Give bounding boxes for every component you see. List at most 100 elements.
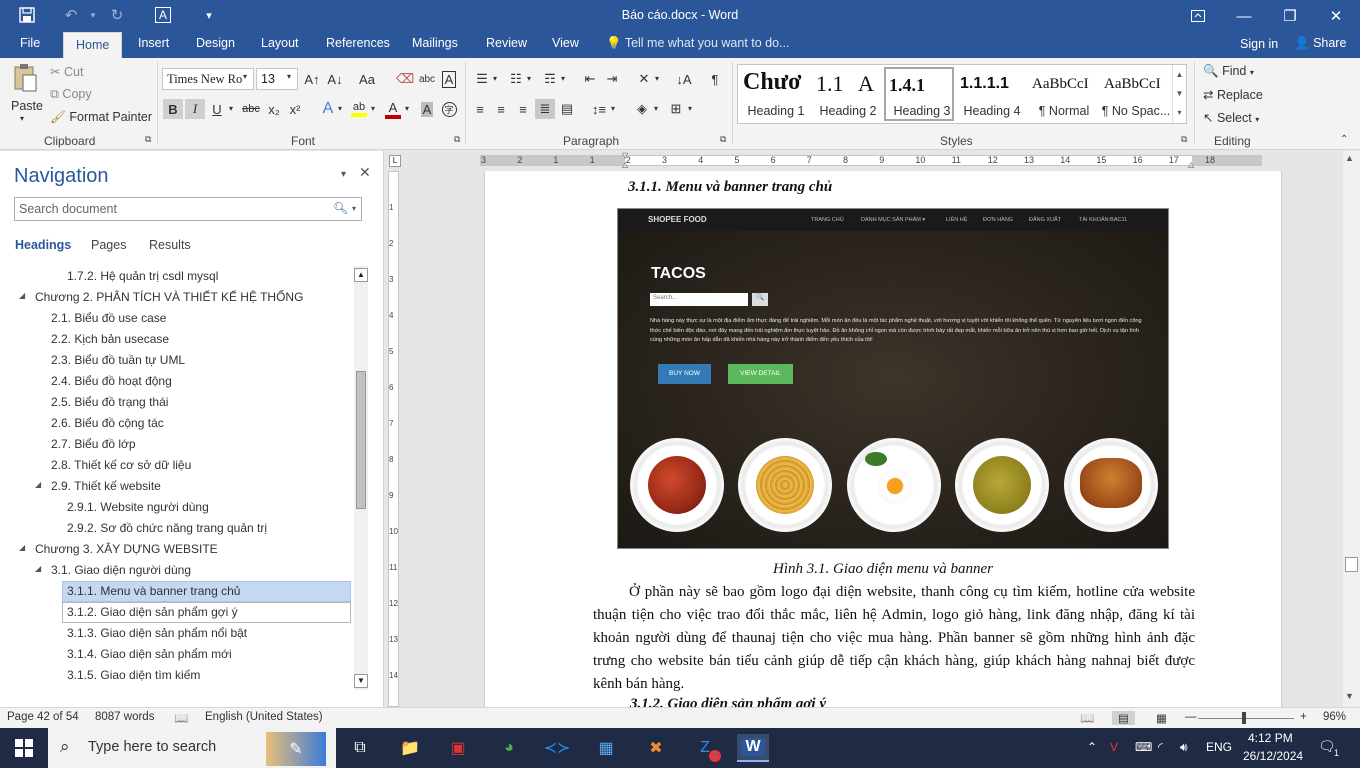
font-launcher-icon[interactable]: ⧉ (454, 134, 460, 145)
nav-tab-results[interactable]: Results (149, 238, 191, 252)
volume-icon[interactable]: 🔊︎ (1180, 740, 1188, 755)
tab-references[interactable]: References (326, 36, 390, 50)
tray-app-icon[interactable]: V (1110, 740, 1118, 754)
font-size-dropdown-icon[interactable]: ▾ (287, 72, 291, 81)
nav-heading-item[interactable]: ◢ Chương 2. PHÂN TÍCH VÀ THIẾT KẾ HỆ THỐN… (0, 287, 352, 308)
clock-time[interactable]: 4:12 PM (1248, 731, 1293, 745)
scroll-up-icon[interactable]: ▲ (1345, 153, 1354, 163)
tab-mailings[interactable]: Mailings (412, 36, 458, 50)
word-count[interactable]: 8087 words (95, 711, 154, 723)
font-size-combo[interactable]: 13 (256, 68, 298, 90)
align-right-icon[interactable]: ≡ (513, 99, 533, 119)
nav-heading-item[interactable]: ◢ Chương 3. XÂY DỰNG WEBSITE (0, 539, 352, 560)
format-painter-button[interactable]: 🖌 Format Painter (50, 110, 152, 125)
distributed-icon[interactable]: ▤ (557, 99, 577, 119)
font-name-combo[interactable]: Times New Ro (162, 68, 254, 90)
nav-heading-item[interactable]: ◢ 3.1. Giao diện người dùng (0, 560, 352, 581)
style-no-spacing[interactable]: AaBbCcI ¶ No Spac... (1100, 67, 1171, 121)
paste-icon[interactable] (10, 62, 40, 94)
collapse-triangle-icon[interactable]: ◢ (35, 480, 41, 489)
underline-dropdown-icon[interactable]: ▾ (229, 104, 233, 113)
nav-heading-item[interactable]: 2.1. Biểu đồ use case (0, 308, 352, 329)
grow-font-icon[interactable]: A↑ (302, 69, 322, 89)
nav-heading-item[interactable]: 2.2. Kịch bản usecase (0, 329, 352, 350)
nav-options-icon[interactable]: ▾ (341, 169, 346, 180)
vscode-icon[interactable]: ≺≻ (541, 734, 573, 762)
ribbon-display-icon[interactable] (1175, 0, 1221, 32)
text-effects-icon[interactable]: A (318, 99, 338, 119)
increase-indent-icon[interactable]: ⇥ (602, 69, 622, 89)
underline-button[interactable]: U (207, 99, 227, 119)
zoom-in-icon[interactable]: + (1300, 711, 1307, 723)
collapse-ribbon-icon[interactable]: ⌃ (1340, 134, 1348, 145)
numbering-dropdown-icon[interactable]: ▾ (527, 74, 531, 83)
styles-gallery[interactable]: Chươ Heading 1 1.1 A Heading 2 1.4.1 Heading… (737, 64, 1187, 124)
style-heading-1[interactable]: Chươ Heading 1 (740, 67, 810, 121)
nav-heading-item[interactable]: 2.9.2. Sơ đồ chức năng trang quản trị (0, 518, 352, 539)
show-hidden-icons[interactable]: ⌃ (1087, 740, 1097, 754)
minimize-icon[interactable]: — (1221, 0, 1267, 32)
task-view-icon[interactable]: ⧉ (344, 734, 376, 762)
scroll-down-icon[interactable]: ▼ (1345, 691, 1354, 701)
character-border-icon[interactable]: A (440, 69, 458, 89)
font-color-dropdown-icon[interactable]: ▾ (405, 104, 409, 113)
print-layout-icon[interactable]: ▤ (1112, 711, 1135, 725)
text-effects-dropdown-icon[interactable]: ▾ (338, 104, 342, 113)
clear-formatting-icon[interactable]: ⌫ (396, 69, 414, 89)
collapse-triangle-icon[interactable]: ◢ (19, 543, 25, 552)
proofing-icon[interactable]: 📖 (174, 711, 188, 725)
tab-home[interactable]: Home (63, 32, 123, 58)
store-icon[interactable]: ▦ (590, 734, 622, 762)
search-highlight-icon[interactable]: ✎ (266, 732, 326, 766)
word-taskbar-icon[interactable]: W (737, 734, 769, 762)
tab-view[interactable]: View (552, 36, 579, 50)
tab-review[interactable]: Review (486, 36, 527, 50)
hanging-indent-marker[interactable]: △ (622, 160, 628, 169)
subscript-button[interactable]: x₂ (264, 99, 284, 119)
tell-me-box[interactable]: 💡 Tell me what you want to do... (606, 36, 790, 51)
zoom-slider[interactable] (1198, 718, 1294, 719)
bold-button[interactable]: B (163, 99, 183, 119)
restore-icon[interactable]: ❐ (1267, 0, 1313, 32)
paste-label[interactable]: Paste (11, 99, 43, 113)
align-left-icon[interactable]: ≡ (470, 99, 490, 119)
copy-button[interactable]: ⧉ Copy (50, 87, 92, 102)
nav-heading-item[interactable]: 2.9.1. Website người dùng (0, 497, 352, 518)
tab-design[interactable]: Design (196, 36, 235, 50)
windows-start-icon[interactable] (8, 734, 40, 762)
tab-layout[interactable]: Layout (261, 36, 299, 50)
right-indent-marker[interactable]: △ (1188, 160, 1194, 169)
horizontal-ruler[interactable]: L 3 2 1 1 2 3 4 5 6 7 8 9 10 11 12 13 14 15 16 17 18 ▽ △ △ (385, 151, 1343, 171)
heading-3-1-2[interactable]: 3.1.2. Giao diện sản phẩm gợi ý (630, 696, 826, 707)
phonetic-guide-icon[interactable]: abc (418, 69, 436, 89)
nav-heading-item[interactable]: 2.6. Biểu đồ cộng tác (0, 413, 352, 434)
zalo-icon[interactable]: Z2 (689, 734, 721, 762)
style-heading-2[interactable]: 1.1 A Heading 2 (812, 67, 882, 121)
tab-selector-icon[interactable]: L (389, 155, 401, 167)
asian-layout-icon[interactable]: ✕ (634, 69, 654, 89)
find-button[interactable]: 🔍 Find ▾ (1203, 64, 1254, 79)
nav-tab-headings[interactable]: Headings (15, 238, 71, 252)
nav-scrollbar[interactable]: ▲ ▼ (354, 266, 368, 690)
vertical-ruler[interactable]: 123456789101112131415 (385, 171, 402, 716)
nav-heading-item[interactable]: ◢ 2.9. Thiết kế website (0, 476, 352, 497)
clock-date[interactable]: 26/12/2024 (1243, 749, 1303, 763)
nav-heading-item[interactable]: 1.7.2. Hệ quản trị csdl mysql (0, 266, 352, 287)
line-spacing-dropdown-icon[interactable]: ▾ (611, 104, 615, 113)
nav-heading-item[interactable]: 2.5. Biểu đồ trạng thái (0, 392, 352, 413)
zoom-out-icon[interactable]: — (1185, 711, 1197, 723)
cut-button[interactable]: ✂ Cut (50, 64, 83, 79)
italic-button[interactable]: I (185, 99, 205, 119)
language-status[interactable]: English (United States) (205, 711, 323, 723)
clipboard-launcher-icon[interactable]: ⧉ (145, 134, 151, 145)
document-scrollbar[interactable]: ▲ ▼ (1343, 151, 1360, 707)
paste-dropdown-icon[interactable]: ▾ (20, 114, 24, 123)
numbering-icon[interactable]: ☷ (506, 69, 526, 89)
change-case-icon[interactable]: Aa (354, 69, 380, 89)
borders-dropdown-icon[interactable]: ▾ (688, 104, 692, 113)
paragraph-launcher-icon[interactable]: ⧉ (720, 134, 726, 145)
nav-heading-item[interactable]: 2.8. Thiết kế cơ sở dữ liệu (0, 455, 352, 476)
document-page[interactable]: 3.1.1. Menu và banner trang chủ SHOPEE F… (485, 171, 1281, 707)
share-button[interactable]: 👤 Share (1294, 36, 1346, 51)
nav-heading-item[interactable]: 3.1.4. Giao diện sản phẩm mới (0, 644, 352, 665)
